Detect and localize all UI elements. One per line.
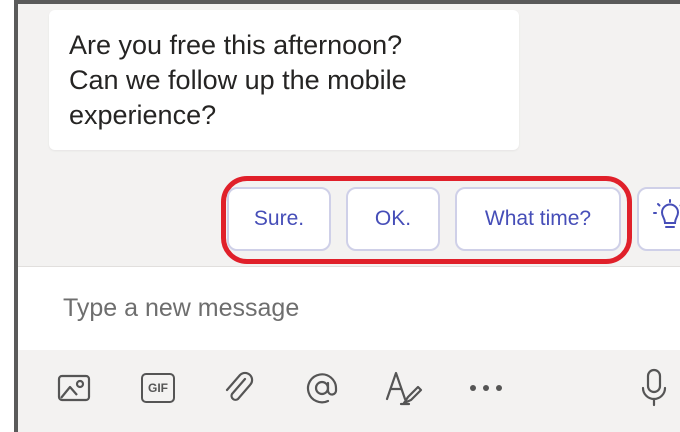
suggested-reply-label: OK. bbox=[374, 207, 412, 230]
more-icon[interactable] bbox=[464, 366, 508, 410]
message-line: experience? bbox=[69, 100, 217, 130]
gif-label: GIF bbox=[148, 381, 168, 395]
gif-badge: GIF bbox=[141, 373, 175, 403]
lightbulb-icon bbox=[653, 199, 680, 239]
message-input[interactable] bbox=[18, 267, 658, 349]
suggested-reply-label: Sure. bbox=[253, 207, 305, 230]
suggested-reply-sure[interactable]: Sure. bbox=[227, 187, 331, 251]
message-line: Are you free this afternoon? bbox=[69, 30, 403, 60]
suggested-replies-more-button[interactable] bbox=[637, 187, 680, 251]
mention-icon[interactable] bbox=[300, 366, 344, 410]
mic-icon[interactable] bbox=[632, 366, 676, 410]
suggested-reply-what-time[interactable]: What time? bbox=[455, 187, 621, 251]
suggested-reply-ok[interactable]: OK. bbox=[346, 187, 440, 251]
message-line: Can we follow up the mobile bbox=[69, 65, 407, 95]
attach-icon[interactable] bbox=[216, 366, 260, 410]
compose-box bbox=[18, 266, 680, 350]
image-icon[interactable] bbox=[52, 366, 96, 410]
compose-toolbar: GIF bbox=[18, 350, 680, 432]
format-icon[interactable] bbox=[382, 366, 426, 410]
suggested-reply-label: What time? bbox=[484, 207, 592, 230]
gif-icon[interactable]: GIF bbox=[136, 366, 180, 410]
message-bubble: Are you free this afternoon? Can we foll… bbox=[49, 10, 519, 150]
chat-window: Are you free this afternoon? Can we foll… bbox=[14, 0, 680, 432]
